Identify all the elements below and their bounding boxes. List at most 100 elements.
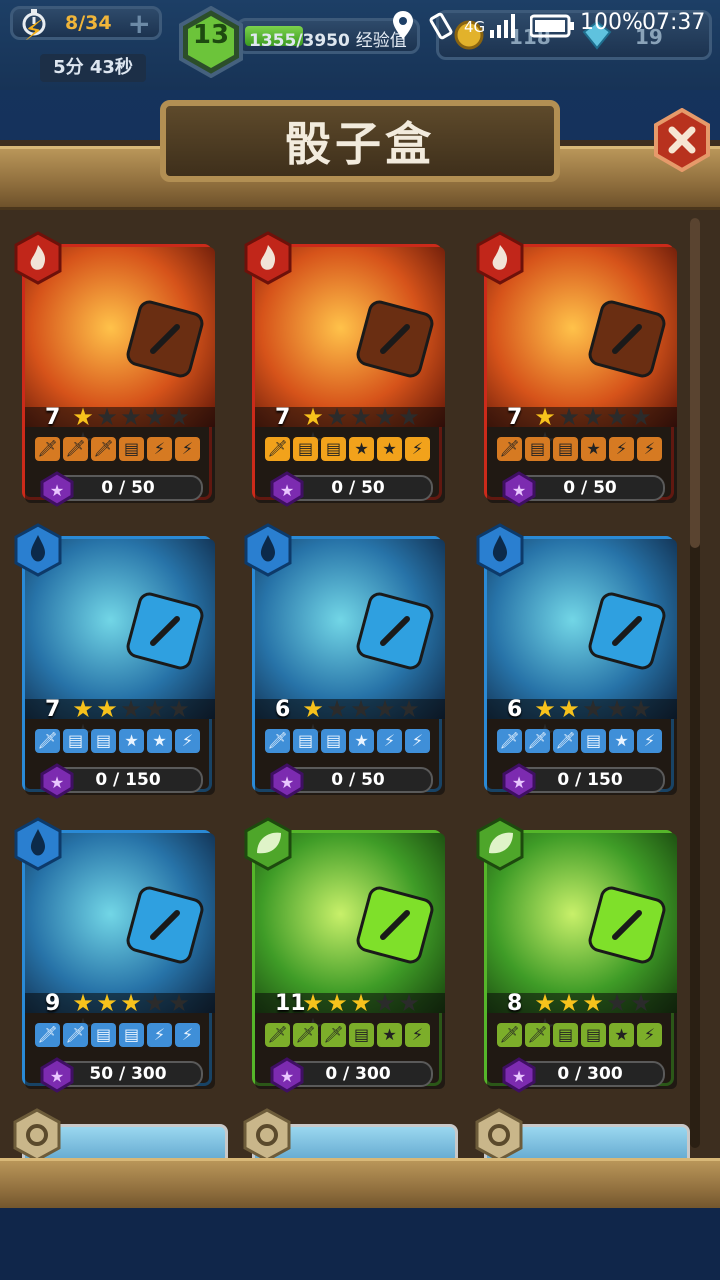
top-hud: 8/34 + ⚡ 5分 43秒 1355/3950 经验值 13 118 19	[0, 0, 720, 90]
star-icon: ★	[534, 989, 556, 1017]
bolt-face-icon: ⚡	[637, 729, 662, 753]
bolt-face-icon: ⚡	[637, 1023, 662, 1047]
star-icon: ★	[326, 403, 348, 431]
dice-card[interactable]: 8★★★★★★🗡🗡▤▤★⚡0 / 300★	[476, 817, 677, 1093]
star-icon: ★	[144, 403, 166, 431]
star-face-icon: ★	[349, 729, 374, 753]
star-icon: ★	[398, 695, 420, 723]
upgrade-gem-icon: ★	[40, 763, 74, 799]
fire-element-icon	[476, 231, 524, 285]
dice-icon	[126, 300, 204, 378]
shield-face-icon: ▤	[581, 729, 606, 753]
sword-face-icon: 🗡	[321, 1023, 346, 1047]
star-icon: ★	[72, 695, 94, 723]
sword-face-icon: 🗡	[265, 1023, 290, 1047]
dice-card[interactable]: 6★★★★★★🗡🗡🗡▤★⚡0 / 150★	[476, 523, 677, 799]
dice-level: 7	[507, 405, 523, 430]
bolt-face-icon: ⚡	[175, 437, 200, 461]
star-face-icon: ★	[609, 1023, 634, 1047]
star-icon: ★	[582, 695, 604, 723]
star-icon: ★	[168, 695, 190, 723]
svg-text:★: ★	[50, 1067, 64, 1086]
star-icon: ★	[606, 695, 628, 723]
star-icon: ★	[350, 403, 372, 431]
star-icon: ★	[302, 989, 324, 1017]
network-type: 4G	[464, 18, 486, 36]
dice-faces: 🗡 🗡 🗡 ▤ ★ ⚡	[497, 729, 669, 755]
star-icon: ★	[326, 695, 348, 723]
star-rating: ★★★★★★	[533, 989, 671, 1039]
star-icon: ★	[630, 695, 652, 723]
star-face-icon: ★	[581, 437, 606, 461]
energy-timer: 5分 43秒	[40, 54, 146, 82]
bottom-background	[0, 1208, 720, 1280]
dice-faces: 🗡 🗡 ▤ ▤ ⚡ ⚡	[35, 1023, 207, 1049]
sword-face-icon: 🗡	[497, 437, 522, 461]
close-button[interactable]	[650, 108, 714, 172]
dice-card[interactable]: 7★★★★★★🗡🗡🗡▤⚡⚡0 / 50★	[14, 231, 215, 507]
star-icon: ★	[558, 695, 580, 723]
shield-face-icon: ▤	[91, 1023, 116, 1047]
dice-level: 7	[45, 405, 61, 430]
shield-face-icon: ▤	[63, 729, 88, 753]
star-icon: ★	[582, 403, 604, 431]
vibrate-icon	[429, 12, 453, 40]
bolt-face-icon: ⚡	[405, 1023, 430, 1047]
dice-icon	[588, 886, 666, 964]
dice-icon	[356, 886, 434, 964]
star-face-icon: ★	[377, 1023, 402, 1047]
xp-value: 1355/3950	[249, 31, 350, 51]
star-icon: ★	[630, 989, 652, 1017]
bolt-face-icon: ⚡	[175, 729, 200, 753]
bolt-face-icon: ⚡	[147, 1023, 172, 1047]
star-icon: ★	[144, 695, 166, 723]
dice-faces: 🗡 ▤ ▤ ★ ⚡ ⚡	[265, 729, 437, 755]
dice-icon	[356, 592, 434, 670]
dice-card[interactable]: 7★★★★★★🗡▤▤★⚡⚡0 / 50★	[476, 231, 677, 507]
sword-face-icon: 🗡	[525, 1023, 550, 1047]
neutral-element-icon	[475, 1108, 523, 1162]
svg-text:★: ★	[280, 773, 294, 792]
dice-faces: 🗡 ▤ ▤ ★ ⚡ ⚡	[497, 437, 669, 463]
sword-face-icon: 🗡	[35, 1023, 60, 1047]
dice-icon	[588, 300, 666, 378]
dice-icon	[356, 300, 434, 378]
star-icon: ★	[326, 989, 348, 1017]
battery-percent: 100%	[580, 10, 643, 35]
signal-icon	[490, 14, 515, 38]
energy-bolt-icon: ⚡	[24, 14, 44, 47]
energy-value: 8/34	[65, 12, 112, 34]
dice-icon	[126, 886, 204, 964]
star-icon: ★	[168, 989, 190, 1017]
star-icon: ★	[374, 989, 396, 1017]
dice-card[interactable]: 11★★★★★★🗡🗡🗡▤★⚡0 / 300★	[244, 817, 445, 1093]
star-rating: ★★★★★★	[71, 989, 209, 1039]
star-icon: ★	[120, 989, 142, 1017]
upgrade-gem-icon: ★	[40, 471, 74, 507]
add-energy-icon[interactable]: +	[128, 7, 151, 40]
sword-face-icon: 🗡	[63, 437, 88, 461]
shield-face-icon: ▤	[293, 729, 318, 753]
water-element-icon	[244, 523, 292, 577]
shield-face-icon: ▤	[349, 1023, 374, 1047]
sword-face-icon: 🗡	[265, 437, 290, 461]
upgrade-gem-icon: ★	[270, 763, 304, 799]
star-icon: ★	[374, 403, 396, 431]
star-icon: ★	[606, 403, 628, 431]
dice-card[interactable]: 9★★★★★★🗡🗡▤▤⚡⚡50 / 300★	[14, 817, 215, 1093]
sword-face-icon: 🗡	[265, 729, 290, 753]
bolt-face-icon: ⚡	[405, 437, 430, 461]
sword-face-icon: 🗡	[497, 1023, 522, 1047]
star-icon: ★	[606, 989, 628, 1017]
star-icon: ★	[302, 403, 324, 431]
dice-card[interactable]: 7★★★★★★🗡▤▤★★⚡0 / 50★	[244, 231, 445, 507]
shield-face-icon: ▤	[119, 1023, 144, 1047]
dice-level: 9	[45, 991, 61, 1016]
page-title: 骰子盒	[285, 117, 435, 171]
dice-card[interactable]: 7★★★★★★🗡▤▤★★⚡0 / 150★	[14, 523, 215, 799]
dice-card[interactable]: 6★★★★★★🗡▤▤★⚡⚡0 / 50★	[244, 523, 445, 799]
star-icon: ★	[302, 695, 324, 723]
star-rating: ★★★★★★	[71, 403, 209, 453]
scrollbar-thumb[interactable]	[690, 218, 700, 548]
sword-face-icon: 🗡	[35, 437, 60, 461]
